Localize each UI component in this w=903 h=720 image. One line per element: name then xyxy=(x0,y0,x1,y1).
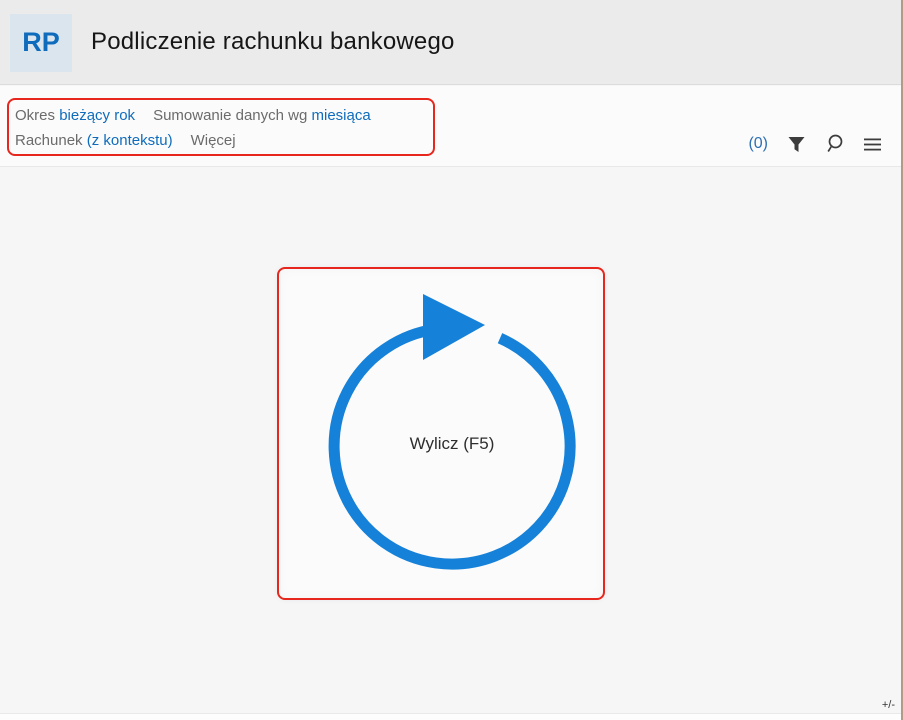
hamburger-menu-icon[interactable] xyxy=(864,137,881,152)
page-header: RP Podliczenie rachunku bankowego xyxy=(0,0,901,85)
sumowanie-value: miesiąca xyxy=(311,107,371,124)
rachunek-value: (z kontekstu) xyxy=(86,132,173,149)
plus-minus-indicator: +/- xyxy=(881,699,895,711)
action-bar: Okres bieżący rok Sumowanie danych wg mie… xyxy=(0,86,901,167)
wiecej-label: Więcej xyxy=(190,132,236,149)
sumowanie-label: Sumowanie danych wg xyxy=(153,107,308,124)
okres-label: Okres xyxy=(15,107,56,124)
run-button[interactable]: Wylicz (F5) xyxy=(277,267,605,600)
menu-item-rachunek[interactable]: Rachunek (z kontekstu) xyxy=(15,132,173,149)
content-area: Wylicz (F5) +/- xyxy=(0,168,901,713)
bottom-strip xyxy=(0,713,901,720)
run-button-label: Wylicz (F5) xyxy=(409,434,495,453)
page-title: Podliczenie rachunku bankowego xyxy=(91,28,455,55)
filter-count: (0) xyxy=(748,135,768,152)
app-window: RP Podliczenie rachunku bankowego Okres … xyxy=(0,0,903,720)
filter-icon[interactable] xyxy=(787,135,806,154)
menu-row-2: Rachunek (z kontekstu) Więcej xyxy=(15,128,433,153)
menu-item-okres[interactable]: Okres bieżący rok xyxy=(15,107,135,124)
record-type-badge-text: RP xyxy=(22,27,60,57)
okres-value: bieżący rok xyxy=(59,107,136,124)
menu-item-wiecej[interactable]: Więcej xyxy=(191,132,236,149)
ribbon-icon-group: (0) xyxy=(748,134,881,154)
rachunek-label: Rachunek xyxy=(15,132,83,149)
record-type-badge: RP xyxy=(10,13,72,72)
menu-row-1: Okres bieżący rok Sumowanie danych wg mie… xyxy=(15,103,433,128)
menu-highlight-annotation: Okres bieżący rok Sumowanie danych wg mie… xyxy=(7,98,435,156)
menu-item-sumowanie[interactable]: Sumowanie danych wg miesiąca xyxy=(153,107,371,124)
search-icon[interactable] xyxy=(825,134,845,154)
